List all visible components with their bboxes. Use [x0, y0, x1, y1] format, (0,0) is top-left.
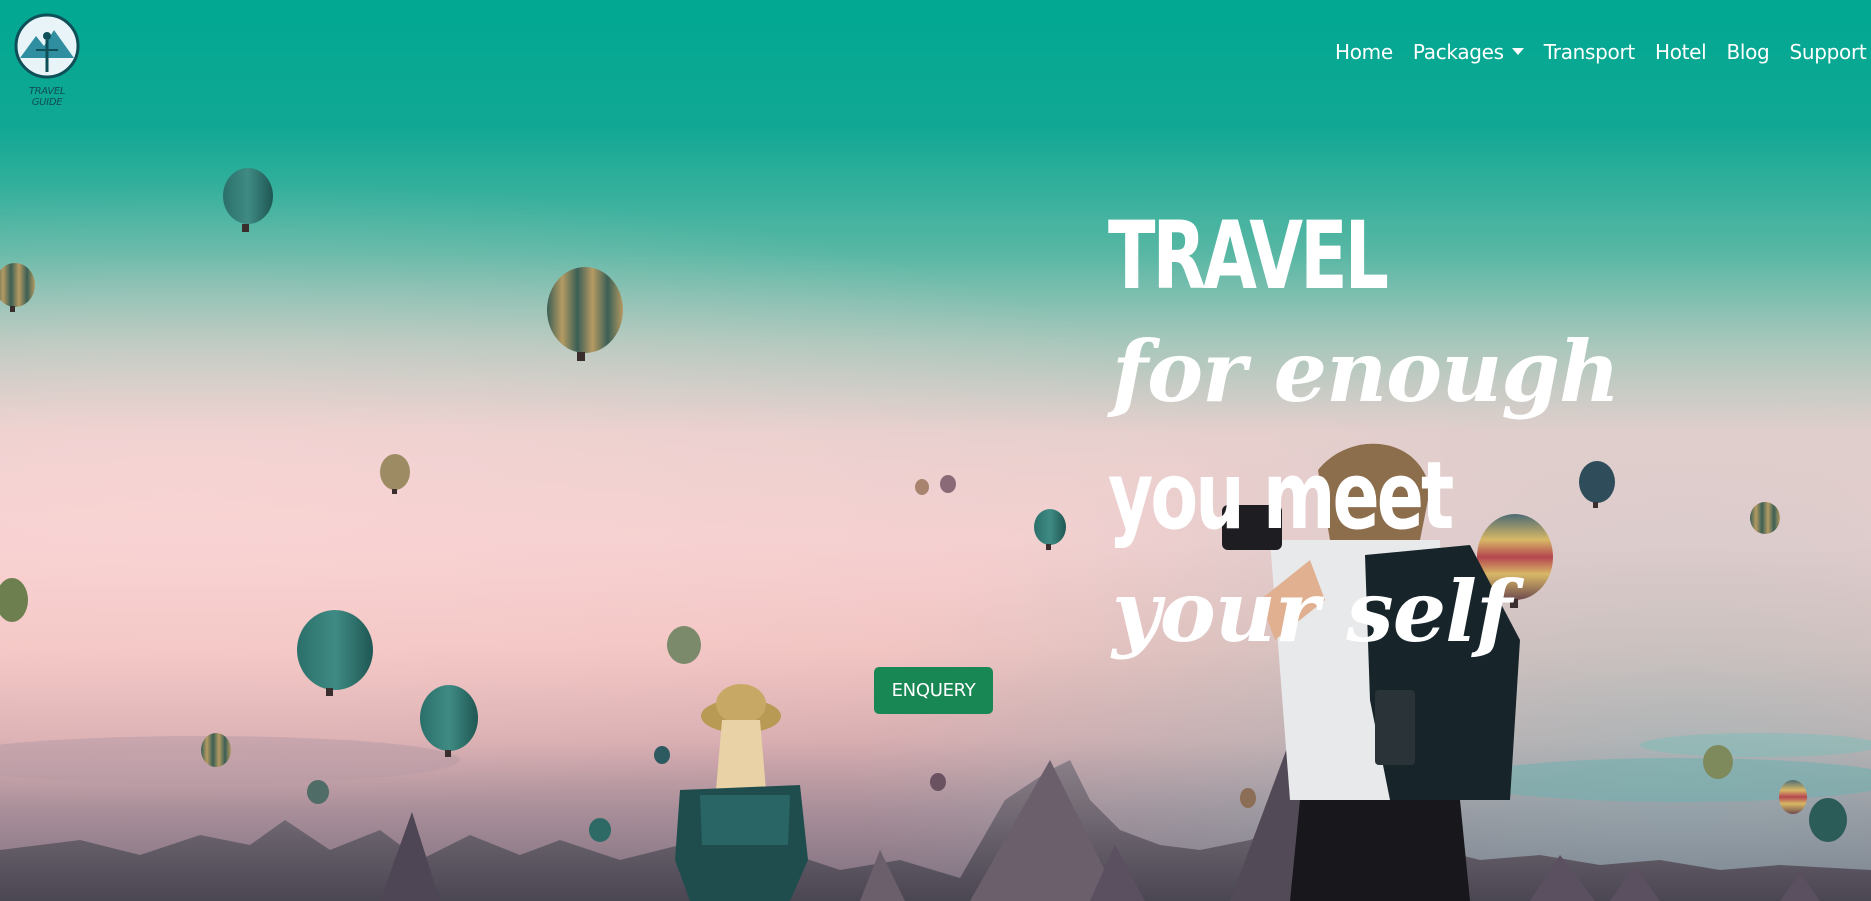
headline-line-you-meet: you meet	[1108, 442, 1454, 551]
main-navigation: Home Packages Transport Hotel Blog Suppo…	[1335, 40, 1867, 64]
balloon	[0, 578, 28, 622]
balloon	[223, 168, 273, 232]
balloon	[1034, 509, 1066, 550]
nav-blog[interactable]: Blog	[1726, 40, 1769, 64]
balloon	[201, 733, 231, 767]
logo-text: TRAVEL GUIDE	[28, 86, 66, 108]
enquiry-button[interactable]: ENQUERY	[874, 667, 993, 714]
travel-guide-logo[interactable]: TRAVEL GUIDE	[14, 10, 80, 108]
headline-line-for-enough: for enough	[1112, 322, 1620, 421]
headline-line-travel: TRAVEL	[1108, 202, 1389, 311]
chevron-down-icon	[1511, 48, 1524, 55]
nav-packages-dropdown[interactable]: Packages	[1413, 40, 1524, 64]
balloon	[307, 780, 329, 804]
cloud	[0, 736, 460, 784]
nav-transport[interactable]: Transport	[1544, 40, 1635, 64]
balloon	[915, 479, 929, 495]
balloon	[1809, 798, 1847, 842]
balloon	[380, 454, 410, 494]
balloon	[930, 773, 946, 791]
balloon	[1703, 745, 1733, 779]
nav-packages-label: Packages	[1412, 40, 1504, 64]
balloon	[1579, 461, 1615, 508]
balloon	[1750, 502, 1780, 534]
woman-figure	[675, 684, 808, 901]
balloon	[547, 267, 623, 361]
balloon	[667, 626, 701, 664]
cloud	[1640, 733, 1871, 757]
headline-line-your-self: your self	[1112, 562, 1512, 661]
balloon	[1240, 788, 1256, 808]
nav-hotel[interactable]: Hotel	[1655, 40, 1707, 64]
balloon	[297, 610, 373, 696]
balloon	[940, 475, 956, 493]
balloon	[0, 263, 35, 312]
balloon	[589, 818, 611, 842]
hero-background	[0, 0, 1871, 901]
balloon	[420, 685, 478, 757]
cloud	[1460, 758, 1871, 802]
balloon	[1779, 780, 1807, 814]
hero-photo-scene	[0, 168, 1871, 901]
logo-mountain-icon	[14, 13, 80, 79]
balloon	[654, 746, 670, 764]
nav-home[interactable]: Home	[1335, 40, 1393, 64]
nav-support[interactable]: Support	[1789, 40, 1866, 64]
